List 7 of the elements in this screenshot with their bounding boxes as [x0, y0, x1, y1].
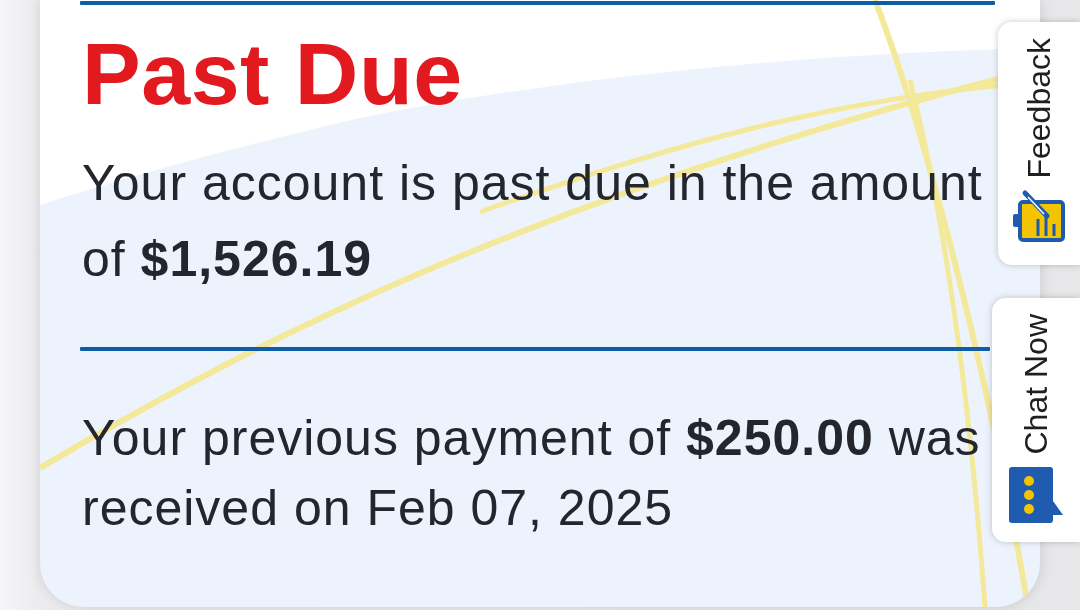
chat-now-tab[interactable]: Chat Now	[992, 298, 1080, 542]
previous-payment-message: Your previous payment of $250.00 was received on Feb 07, 2025	[82, 409, 982, 538]
feedback-tab[interactable]: Feedback	[998, 22, 1080, 265]
past-due-message: Your account is past due in the amount of $1,526.19	[82, 154, 984, 289]
past-due-title: Past Due	[82, 30, 464, 118]
clipboard-chart-icon	[1011, 188, 1067, 245]
chat-bubble-icon	[1007, 464, 1065, 525]
